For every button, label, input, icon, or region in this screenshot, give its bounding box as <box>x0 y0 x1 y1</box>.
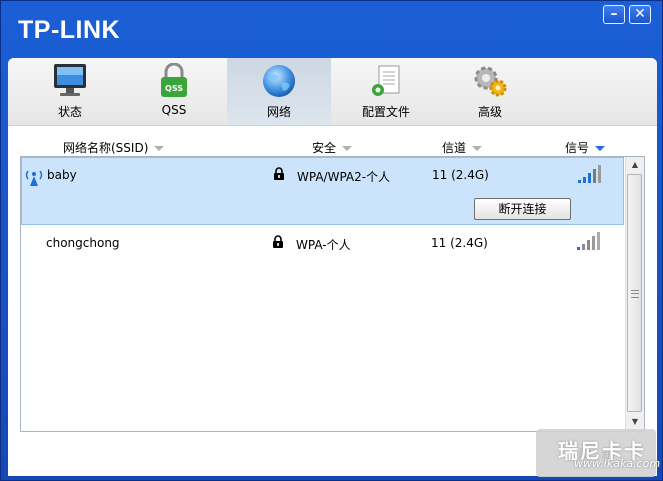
profile-document-icon <box>372 65 400 96</box>
close-button[interactable]: ✕ <box>629 5 651 24</box>
lock-icon <box>273 235 283 248</box>
monitor-icon <box>54 64 86 96</box>
column-channel[interactable]: 信道 <box>442 139 483 156</box>
tab-label: 高级 <box>477 105 502 119</box>
tp-link-logo: TP-LINK <box>18 16 121 44</box>
watermark-url: www.ikaka.com <box>574 457 661 470</box>
network-channel: 11 (2.4G) <box>432 168 489 182</box>
network-ssid: chongchong <box>46 236 120 250</box>
sort-arrow-active-icon <box>595 146 606 151</box>
title-bar[interactable]: TP-LINK – ✕ <box>1 1 662 57</box>
tab-network[interactable]: 网络 <box>227 58 331 125</box>
connected-wifi-icon <box>25 170 43 186</box>
tab-label: QSS <box>161 103 187 117</box>
column-ssid[interactable]: 网络名称(SSID) <box>63 139 165 156</box>
signal-strength-icon <box>577 232 600 250</box>
scroll-thumb[interactable] <box>627 174 642 412</box>
nav-toolbar: 状态 QSS QSS 网络 配置文件 高级 <box>8 58 657 126</box>
svg-text:QSS: QSS <box>165 84 183 93</box>
tab-label: 网络 <box>266 105 291 119</box>
gears-icon <box>474 66 507 97</box>
network-security: WPA/WPA2-个人 <box>297 170 391 184</box>
network-ssid: baby <box>47 168 77 182</box>
network-row[interactable]: chongchong WPA-个人 11 (2.4G) <box>21 227 624 257</box>
sort-arrow-icon <box>342 146 353 151</box>
column-ssid-label: 网络名称(SSID) <box>63 141 149 155</box>
sort-arrow-icon <box>472 146 483 151</box>
app-window: TP-LINK – ✕ 状态 QSS QSS 网络 配置文件 高级 网络名称(S… <box>0 0 663 481</box>
sort-arrow-icon <box>154 146 165 151</box>
tab-profiles[interactable]: 配置文件 <box>334 58 438 125</box>
disconnect-button[interactable]: 断开连接 <box>474 198 571 220</box>
globe-icon <box>263 65 295 97</box>
tab-advanced[interactable]: 高级 <box>438 58 542 125</box>
column-security[interactable]: 安全 <box>312 139 353 156</box>
watermark: 瑞尼卡卡 www.ikaka.com <box>536 429 660 477</box>
scroll-down-icon[interactable]: ▼ <box>627 414 643 430</box>
tab-qss[interactable]: QSS QSS <box>122 58 226 125</box>
signal-strength-icon <box>578 165 601 183</box>
network-list: baby WPA/WPA2-个人 11 (2.4G) 断开连接 chongcho… <box>20 156 645 432</box>
vertical-scrollbar[interactable]: ▲ ▼ <box>625 157 644 431</box>
column-signal-label: 信号 <box>565 141 590 155</box>
tab-label: 配置文件 <box>361 105 410 119</box>
column-signal[interactable]: 信号 <box>565 139 606 156</box>
qss-lock-icon: QSS <box>161 63 187 97</box>
main-panel: 状态 QSS QSS 网络 配置文件 高级 网络名称(SSID) 安全 信道 信… <box>8 58 657 476</box>
network-row[interactable]: baby WPA/WPA2-个人 11 (2.4G) 断开连接 <box>21 157 624 225</box>
column-security-label: 安全 <box>312 141 337 155</box>
network-security: WPA-个人 <box>296 238 351 252</box>
tab-label: 状态 <box>57 105 82 119</box>
network-channel: 11 (2.4G) <box>431 236 488 250</box>
tab-status[interactable]: 状态 <box>18 58 122 125</box>
minimize-button[interactable]: – <box>603 5 625 24</box>
scroll-up-icon[interactable]: ▲ <box>627 157 643 173</box>
column-channel-label: 信道 <box>442 141 467 155</box>
grip-icon <box>631 290 639 298</box>
lock-icon <box>274 167 284 180</box>
